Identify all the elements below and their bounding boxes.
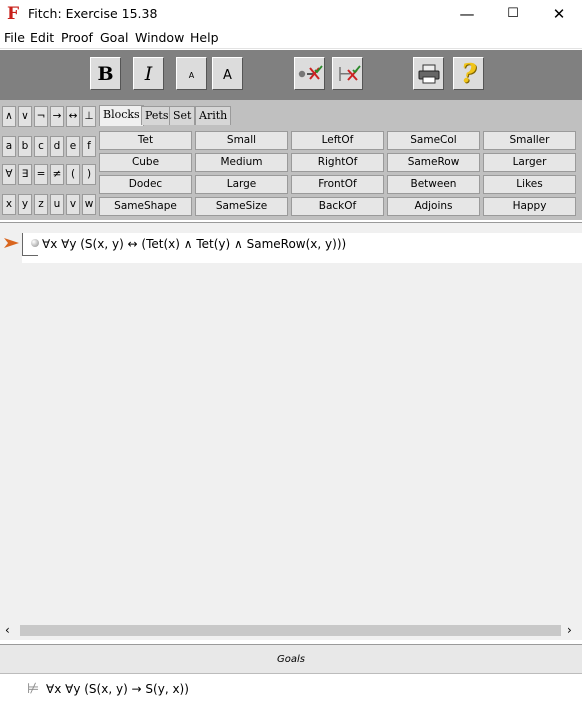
menu-proof[interactable]: Proof: [61, 30, 93, 45]
minimize-button[interactable]: —: [444, 0, 490, 28]
small-a-label: A: [188, 71, 195, 80]
predicate-tabs: Blocks Pets Set Arith: [97, 104, 581, 126]
scroll-left-icon[interactable]: ‹: [5, 623, 10, 637]
verify-proof-button[interactable]: [332, 57, 363, 90]
bold-button[interactable]: B: [90, 57, 121, 90]
verify-proof-icon: [338, 64, 361, 81]
predicate-button[interactable]: Between: [387, 175, 480, 194]
symbol-button[interactable]: x: [2, 194, 16, 215]
symbol-button[interactable]: f: [82, 136, 96, 157]
help-button[interactable]: ?: [453, 57, 484, 90]
check-step-icon: [298, 64, 323, 80]
menu-file[interactable]: File: [4, 30, 25, 45]
predicate-button[interactable]: Tet: [99, 131, 192, 150]
toolbar: B I A A ?: [0, 50, 582, 100]
symbol-button[interactable]: w: [82, 194, 96, 215]
large-a-label: A: [223, 67, 232, 83]
goals-pane: Goals ⊭ ∀x ∀y (S(x, y) → S(y, x)): [0, 644, 582, 714]
predicate-button[interactable]: LeftOf: [291, 131, 384, 150]
predicate-button[interactable]: Cube: [99, 153, 192, 172]
goal-status-icon: ⊭: [27, 681, 40, 697]
italic-label: I: [144, 62, 153, 85]
menu-bar: File Edit Proof Goal Window Help: [0, 28, 582, 49]
fitch-app-icon: F: [7, 4, 20, 24]
symbol-button[interactable]: y: [18, 194, 32, 215]
title-bar: F Fitch: Exercise 15.38 — ☐ ✕: [0, 0, 582, 28]
predicate-button[interactable]: Small: [195, 131, 288, 150]
scroll-right-icon[interactable]: ›: [567, 623, 572, 637]
maximize-button[interactable]: ☐: [490, 0, 536, 28]
focus-arrow-icon: [4, 238, 19, 248]
close-button[interactable]: ✕: [536, 0, 582, 28]
symbol-button[interactable]: ): [82, 164, 96, 185]
predicate-button[interactable]: SameRow: [387, 153, 480, 172]
tab-set[interactable]: Set: [169, 106, 196, 125]
scroll-thumb[interactable]: [20, 625, 561, 636]
predicate-button[interactable]: Adjoins: [387, 197, 480, 216]
predicate-button[interactable]: FrontOf: [291, 175, 384, 194]
symbol-button[interactable]: ≠: [50, 164, 64, 185]
predicate-button[interactable]: Medium: [195, 153, 288, 172]
predicate-button[interactable]: RightOf: [291, 153, 384, 172]
symbol-button[interactable]: u: [50, 194, 64, 215]
check-step-button[interactable]: [294, 57, 325, 90]
predicate-button[interactable]: Smaller: [483, 131, 576, 150]
menu-window[interactable]: Window: [135, 30, 184, 45]
predicate-button[interactable]: SameSize: [195, 197, 288, 216]
symbol-button[interactable]: b: [18, 136, 32, 157]
predicate-button[interactable]: Likes: [483, 175, 576, 194]
symbol-button[interactable]: =: [34, 164, 48, 185]
symbol-button[interactable]: e: [66, 136, 80, 157]
italic-button[interactable]: I: [133, 57, 164, 90]
symbol-button[interactable]: ∧: [2, 106, 16, 127]
printer-icon: [418, 64, 439, 83]
premise-line[interactable]: ∀x ∀y (S(x, y) ↔ (Tet(x) ∧ Tet(y) ∧ Same…: [22, 233, 582, 263]
proof-pane[interactable]: ∀x ∀y (S(x, y) ↔ (Tet(x) ∧ Tet(y) ∧ Same…: [0, 222, 582, 624]
symbol-button[interactable]: a: [2, 136, 16, 157]
status-bullet-icon: [31, 239, 39, 247]
symbol-button[interactable]: ∀: [2, 164, 16, 185]
tab-arith[interactable]: Arith: [195, 106, 232, 125]
menu-goal[interactable]: Goal: [100, 30, 128, 45]
goals-header: Goals: [0, 645, 582, 674]
font-larger-button[interactable]: A: [212, 57, 243, 90]
symbol-button[interactable]: d: [50, 136, 64, 157]
symbol-button[interactable]: ¬: [34, 106, 48, 127]
symbol-button[interactable]: ↔: [66, 106, 80, 127]
question-mark-icon: ?: [460, 58, 477, 89]
symbol-button[interactable]: (: [66, 164, 80, 185]
predicate-button[interactable]: Happy: [483, 197, 576, 216]
tab-blocks[interactable]: Blocks: [99, 105, 144, 126]
predicate-button[interactable]: Larger: [483, 153, 576, 172]
tab-pets[interactable]: Pets: [141, 106, 173, 125]
symbol-button[interactable]: z: [34, 194, 48, 215]
predicate-button[interactable]: BackOf: [291, 197, 384, 216]
goal-formula[interactable]: ∀x ∀y (S(x, y) → S(y, x)): [46, 682, 189, 696]
predicate-button[interactable]: SameCol: [387, 131, 480, 150]
predicate-button[interactable]: SameShape: [99, 197, 192, 216]
premise-formula[interactable]: ∀x ∀y (S(x, y) ↔ (Tet(x) ∧ Tet(y) ∧ Same…: [42, 237, 346, 251]
symbol-button[interactable]: →: [50, 106, 64, 127]
font-smaller-button[interactable]: A: [176, 57, 207, 90]
print-button[interactable]: [413, 57, 444, 90]
symbol-button[interactable]: v: [66, 194, 80, 215]
predicate-button[interactable]: Dodec: [99, 175, 192, 194]
horizontal-scrollbar[interactable]: ‹ ›: [0, 622, 582, 640]
window-title: Fitch: Exercise 15.38: [28, 6, 158, 21]
menu-help[interactable]: Help: [190, 30, 219, 45]
symbol-button[interactable]: ⊥: [82, 106, 96, 127]
menu-edit[interactable]: Edit: [30, 30, 54, 45]
symbol-button[interactable]: c: [34, 136, 48, 157]
symbol-button[interactable]: ∨: [18, 106, 32, 127]
bold-label: B: [97, 62, 114, 85]
symbol-button[interactable]: ∃: [18, 164, 32, 185]
predicate-button[interactable]: Large: [195, 175, 288, 194]
